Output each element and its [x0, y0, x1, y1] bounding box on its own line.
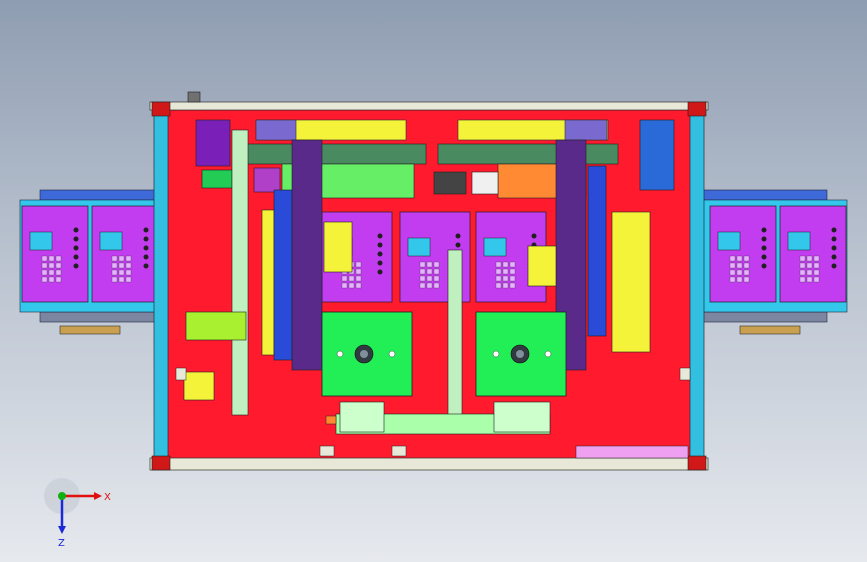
machine-module	[779, 205, 847, 303]
x-axis-label: X	[104, 492, 111, 503]
axis-triad: X Z	[44, 478, 111, 548]
green-mold-right	[475, 311, 567, 397]
machine-module	[21, 205, 89, 303]
center-machine-modules	[321, 211, 547, 303]
cad-viewport[interactable]	[0, 0, 867, 562]
machine-module	[91, 205, 159, 303]
y-axis-dot	[58, 492, 66, 500]
green-mold-left	[321, 311, 413, 397]
machine-module	[709, 205, 777, 303]
z-axis-label: Z	[58, 538, 65, 548]
